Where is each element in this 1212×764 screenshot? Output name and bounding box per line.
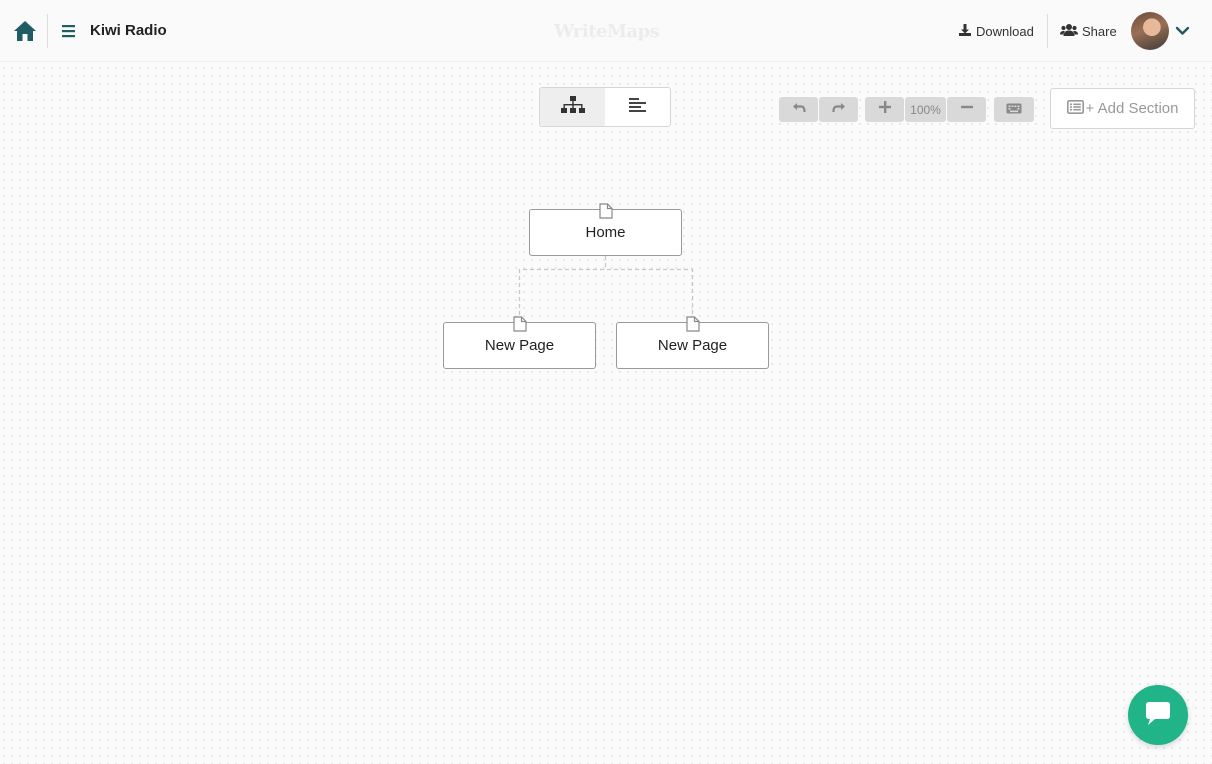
chat-button[interactable]: [1128, 685, 1188, 745]
zoom-level-text: 100%: [910, 102, 941, 117]
redo-button[interactable]: [819, 97, 858, 122]
zoom-in-button[interactable]: [865, 97, 904, 122]
file-icon: [685, 316, 700, 332]
page-label: Home: [585, 224, 626, 241]
plus-icon: [878, 100, 892, 119]
tree-view-button[interactable]: [540, 88, 605, 126]
undo-icon: [791, 100, 807, 119]
keyboard-shortcuts-button[interactable]: [994, 97, 1034, 122]
keyboard-icon: [1006, 101, 1022, 119]
list-alt-icon: [1066, 99, 1084, 118]
home-icon[interactable]: [12, 19, 38, 43]
undo-button[interactable]: [779, 97, 818, 122]
zoom-level: 100%: [905, 97, 946, 122]
top-navigation-bar: Kiwi Radio WriteMaps Download Share: [0, 0, 1212, 62]
chevron-down-icon[interactable]: [1175, 24, 1190, 36]
zoom-out-button[interactable]: [947, 97, 986, 122]
share-label: Share: [1082, 23, 1117, 39]
brand-logo: WriteMaps: [554, 21, 660, 42]
minus-icon: [960, 100, 974, 119]
view-toggle: [539, 87, 671, 127]
download-icon: [958, 23, 972, 40]
sitemap-page-child[interactable]: New Page: [616, 316, 769, 369]
file-icon: [512, 316, 527, 332]
download-button[interactable]: Download: [958, 22, 1034, 40]
download-label: Download: [976, 23, 1034, 39]
sitemap-page-child[interactable]: New Page: [443, 316, 596, 369]
avatar[interactable]: [1131, 12, 1169, 50]
page-label: New Page: [484, 337, 555, 354]
project-title[interactable]: Kiwi Radio: [90, 22, 167, 39]
outline-view-button[interactable]: [605, 88, 670, 126]
header-divider: [47, 14, 48, 48]
chat-icon: [1143, 699, 1173, 732]
share-button[interactable]: Share: [1060, 22, 1117, 40]
users-icon: [1060, 23, 1078, 40]
file-icon: [598, 203, 613, 219]
hamburger-menu-icon[interactable]: [60, 23, 78, 39]
add-section-button[interactable]: + Add Section: [1050, 88, 1195, 129]
header-divider: [1047, 14, 1048, 48]
align-left-icon: [628, 96, 648, 119]
page-label: New Page: [657, 337, 728, 354]
sitemap-icon: [560, 95, 586, 120]
redo-icon: [831, 100, 847, 119]
sitemap-page-home[interactable]: Home: [529, 203, 682, 256]
add-section-label: + Add Section: [1085, 100, 1179, 117]
